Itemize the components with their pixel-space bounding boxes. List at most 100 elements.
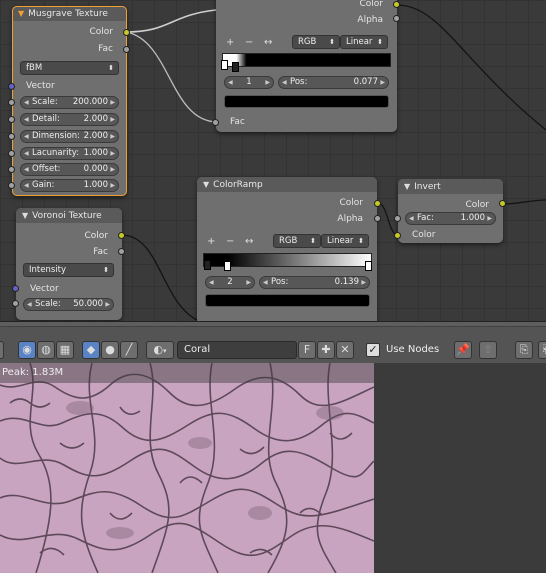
- editor-menu-button[interactable]: [0, 341, 4, 359]
- node-editor[interactable]: ▼ Musgrave Texture Color Fac fBM ⬍ Vector …: [0, 0, 546, 321]
- musgrave-detail-field[interactable]: ◀ Detail: 2.000 ▶: [20, 113, 119, 126]
- decrement-arrow-icon[interactable]: ◀: [263, 277, 268, 288]
- collapse-triangle-icon[interactable]: ▼: [18, 6, 24, 21]
- voronoi-fac-socket[interactable]: [118, 248, 125, 255]
- ramp1-fac-socket[interactable]: [212, 119, 219, 126]
- ramp1-index-field[interactable]: ◀ 1 ▶: [224, 76, 274, 89]
- musgrave-scale-socket[interactable]: [8, 99, 15, 106]
- add-material-button[interactable]: ✚: [317, 341, 335, 359]
- decrement-arrow-icon[interactable]: ◀: [27, 299, 32, 310]
- invert-node[interactable]: ▼ Invert Color ◀ Fac: 1.000 ▶ Color: [398, 179, 503, 243]
- decrement-arrow-icon[interactable]: ◀: [209, 277, 214, 288]
- musgrave-offset-field[interactable]: ◀ Offset: 0.000 ▶: [20, 163, 119, 176]
- colorramp-node-top[interactable]: Color Alpha + − ↔ RGB ⬍ Linear ⬍ ◀ 1 ▶ ◀ Pos:…: [216, 0, 397, 132]
- pin-icon[interactable]: 📌: [454, 341, 472, 359]
- increment-arrow-icon[interactable]: ▶: [110, 164, 115, 175]
- copy-icon[interactable]: ⎘: [515, 341, 533, 359]
- decrement-arrow-icon[interactable]: ◀: [24, 131, 29, 142]
- increment-arrow-icon[interactable]: ▶: [487, 213, 492, 224]
- musgrave-type-dropdown[interactable]: fBM ⬍: [20, 61, 119, 75]
- decrement-arrow-icon[interactable]: ◀: [24, 148, 29, 159]
- collapse-triangle-icon[interactable]: ▼: [203, 177, 209, 192]
- parent-icon[interactable]: ⇧: [479, 341, 497, 359]
- ramp2-stop-marker[interactable]: [365, 261, 372, 271]
- voronoi-scale-field[interactable]: ◀ Scale: 50.000 ▶: [23, 298, 114, 311]
- invert-node-header[interactable]: ▼ Invert: [398, 179, 503, 194]
- increment-arrow-icon[interactable]: ▶: [110, 148, 115, 159]
- collapse-triangle-icon[interactable]: ▼: [404, 179, 410, 194]
- musgrave-dimension-field[interactable]: ◀ Dimension: 2.000 ▶: [20, 130, 119, 143]
- decrement-arrow-icon[interactable]: ◀: [409, 213, 414, 224]
- musgrave-scale-field[interactable]: ◀ Scale: 200.000 ▶: [20, 96, 119, 109]
- ramp1-interp-dropdown[interactable]: Linear ⬍: [340, 35, 388, 49]
- increment-arrow-icon[interactable]: ▶: [110, 131, 115, 142]
- ramp1-stop-marker[interactable]: [221, 60, 228, 70]
- voronoi-scale-socket[interactable]: [12, 300, 19, 307]
- decrement-arrow-icon[interactable]: ◀: [24, 97, 29, 108]
- increment-arrow-icon[interactable]: ▶: [246, 277, 251, 288]
- voronoi-coloring-dropdown[interactable]: Intensity ⬍: [23, 263, 114, 277]
- use-nodes-checkbox[interactable]: ✓: [366, 343, 380, 357]
- increment-arrow-icon[interactable]: ▶: [110, 180, 115, 191]
- material-name-field[interactable]: Coral: [177, 341, 297, 359]
- voronoi-texture-node[interactable]: ▼ Voronoi Texture Color Fac Intensity ⬍ Ve…: [16, 208, 122, 320]
- decrement-arrow-icon[interactable]: ◀: [24, 114, 29, 125]
- ramp2-pos-field[interactable]: ◀ Pos: 0.139 ▶: [259, 276, 370, 289]
- ramp2-index-field[interactable]: ◀ 2 ▶: [205, 276, 255, 289]
- ramp2-mode-dropdown[interactable]: RGB ⬍: [273, 234, 321, 248]
- node-tree-icon[interactable]: ◉: [18, 341, 36, 359]
- decrement-arrow-icon[interactable]: ◀: [282, 77, 287, 88]
- increment-arrow-icon[interactable]: ▶: [361, 277, 366, 288]
- invert-color-in-socket[interactable]: [394, 232, 401, 239]
- increment-arrow-icon[interactable]: ▶: [110, 114, 115, 125]
- ramp1-color-swatch[interactable]: [224, 95, 389, 108]
- texture-icon[interactable]: ▦: [56, 341, 74, 359]
- ramp2-color-socket[interactable]: [374, 200, 381, 207]
- increment-arrow-icon[interactable]: ▶: [105, 299, 110, 310]
- ramp1-flip-button[interactable]: ↔: [264, 37, 272, 49]
- ramp2-interp-dropdown[interactable]: Linear ⬍: [321, 234, 369, 248]
- ramp1-mode-dropdown[interactable]: RGB ⬍: [292, 35, 340, 49]
- increment-arrow-icon[interactable]: ▶: [110, 97, 115, 108]
- ramp2-stop-marker[interactable]: [204, 260, 211, 270]
- unlink-material-button[interactable]: ✕: [336, 341, 354, 359]
- material-icon[interactable]: ●: [101, 341, 119, 359]
- musgrave-gain-field[interactable]: ◀ Gain: 1.000 ▶: [20, 179, 119, 192]
- musgrave-color-socket[interactable]: [123, 29, 130, 36]
- ramp2-alpha-socket[interactable]: [374, 215, 381, 222]
- ramp1-remove-stop-button[interactable]: −: [245, 37, 253, 49]
- musgrave-gain-socket[interactable]: [8, 182, 15, 189]
- ramp1-stop-marker[interactable]: [232, 62, 239, 72]
- colorramp-node-bottom[interactable]: ▼ ColorRamp Color Alpha + − ↔ RGB ⬍ Linear…: [197, 177, 377, 321]
- increment-arrow-icon[interactable]: ▶: [265, 77, 270, 88]
- brush-icon[interactable]: ╱: [120, 341, 138, 359]
- fake-user-button[interactable]: F: [298, 341, 316, 359]
- area-divider[interactable]: [0, 322, 546, 327]
- invert-fac-field[interactable]: ◀ Fac: 1.000 ▶: [405, 212, 496, 225]
- musgrave-dimension-socket[interactable]: [8, 133, 15, 140]
- world-icon[interactable]: ◍: [37, 341, 55, 359]
- ramp2-stop-marker[interactable]: [224, 261, 231, 271]
- material-browse-button[interactable]: ◐▾: [146, 341, 174, 359]
- collapse-triangle-icon[interactable]: ▼: [22, 208, 28, 223]
- ramp1-gradient-bar[interactable]: [222, 53, 391, 67]
- ramp2-add-stop-button[interactable]: +: [207, 236, 215, 248]
- ramp1-alpha-socket[interactable]: [393, 15, 400, 22]
- ramp2-color-swatch[interactable]: [205, 294, 370, 307]
- voronoi-vector-socket[interactable]: [12, 285, 19, 292]
- voronoi-color-socket[interactable]: [118, 232, 125, 239]
- decrement-arrow-icon[interactable]: ◀: [228, 77, 233, 88]
- decrement-arrow-icon[interactable]: ◀: [24, 164, 29, 175]
- musgrave-offset-socket[interactable]: [8, 166, 15, 173]
- invert-fac-socket[interactable]: [394, 215, 401, 222]
- decrement-arrow-icon[interactable]: ◀: [24, 180, 29, 191]
- ramp1-color-socket[interactable]: [393, 1, 400, 8]
- invert-color-out-socket[interactable]: [499, 200, 506, 207]
- increment-arrow-icon[interactable]: ▶: [380, 77, 385, 88]
- musgrave-lacunarity-field[interactable]: ◀ Lacunarity: 1.000 ▶: [20, 147, 119, 160]
- musgrave-vector-socket[interactable]: [8, 83, 15, 90]
- musgrave-node-header[interactable]: ▼ Musgrave Texture: [12, 6, 127, 21]
- ramp1-pos-field[interactable]: ◀ Pos: 0.077 ▶: [278, 76, 389, 89]
- musgrave-fac-socket[interactable]: [123, 46, 130, 53]
- object-icon[interactable]: ◆: [82, 341, 100, 359]
